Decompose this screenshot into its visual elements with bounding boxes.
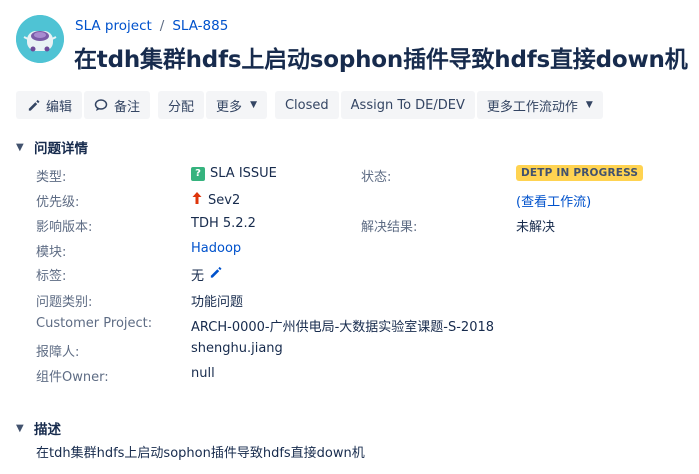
edit-button[interactable]: 编辑 xyxy=(16,91,83,119)
view-workflow-link[interactable]: (查看工作流) xyxy=(516,191,591,210)
customer-project-value: ARCH-0000-广州供电局-大数据实验室课题-S-2018 xyxy=(191,320,495,335)
issue-page: SLA project / SLA-885 在tdh集群hdfs上启动sopho… xyxy=(0,0,699,474)
resolution-value: 未解决 xyxy=(516,220,556,235)
type-label: 类型: xyxy=(36,170,67,185)
component-label: 模块: xyxy=(36,245,67,260)
closed-transition-button[interactable]: Closed xyxy=(274,91,339,119)
details-section-title: 问题详情 xyxy=(34,141,88,157)
details-section-toggle[interactable]: ▼ 问题详情 xyxy=(16,137,88,157)
affects-version-label: 影响版本: xyxy=(36,220,93,235)
assign-button-label: 分配 xyxy=(168,99,195,115)
component-owner-label: 组件Owner: xyxy=(36,370,109,385)
comment-icon xyxy=(94,98,108,112)
reporter-value[interactable]: shenghu.jiang xyxy=(191,341,283,356)
edit-button-label: 编辑 xyxy=(46,99,73,115)
chevron-down-icon: ▼ xyxy=(250,100,257,110)
more-workflow-dropdown-button[interactable]: 更多工作流动作 ▼ xyxy=(476,91,603,119)
priority-value-text: Sev2 xyxy=(208,192,241,208)
category-value: 功能问题 xyxy=(191,295,244,310)
closed-button-label: Closed xyxy=(284,97,329,113)
priority-label: 优先级: xyxy=(36,195,80,210)
description-section-toggle[interactable]: ▼ 描述 xyxy=(16,418,61,438)
customer-project-label: Customer Project: xyxy=(36,316,153,331)
caret-down-icon: ▼ xyxy=(16,422,24,434)
component-link[interactable]: Hadoop xyxy=(191,241,241,256)
description-text[interactable]: 在tdh集群hdfs上启动sophon插件导致hdfs直接down机 xyxy=(36,442,365,461)
assign-more-group: 分配 更多 ▼ xyxy=(158,91,267,119)
description-section-title: 描述 xyxy=(34,422,61,438)
project-avatar-icon[interactable] xyxy=(16,15,64,63)
type-value: ? SLA ISSUE xyxy=(191,166,277,181)
edit-labels-pencil-icon[interactable] xyxy=(209,266,222,283)
category-label: 问题类别: xyxy=(36,295,93,310)
issue-toolbar: 编辑 备注 分配 更多 ▼ Closed Assign To DE/DEV 更多… xyxy=(16,91,603,119)
affects-version-value: TDH 5.2.2 xyxy=(191,216,256,231)
breadcrumb-project-link[interactable]: SLA project xyxy=(75,18,152,34)
page-title[interactable]: 在tdh集群hdfs上启动sophon插件导致hdfs直接down机 xyxy=(74,40,688,74)
reporter-label: 报障人: xyxy=(36,345,80,360)
status-badge: DETP IN PROGRESS xyxy=(516,165,644,181)
workflow-group: Closed Assign To DE/DEV 更多工作流动作 ▼ xyxy=(274,91,603,119)
status-value: DETP IN PROGRESS xyxy=(516,165,644,181)
labels-value-text: 无 xyxy=(191,269,205,284)
edit-comment-group: 编辑 备注 xyxy=(16,91,151,119)
assign-to-dedev-button[interactable]: Assign To DE/DEV xyxy=(340,91,475,119)
breadcrumb: SLA project / SLA-885 xyxy=(75,18,228,34)
priority-arrow-up-icon xyxy=(191,191,203,209)
assign-to-button-label: Assign To DE/DEV xyxy=(350,97,465,113)
resolution-label: 解决结果: xyxy=(361,220,418,235)
caret-down-icon: ▼ xyxy=(16,141,24,153)
assign-button[interactable]: 分配 xyxy=(158,91,205,119)
labels-value: 无 xyxy=(191,265,222,284)
labels-label: 标签: xyxy=(36,269,67,284)
workflow-button-label: 更多工作流动作 xyxy=(486,99,578,115)
breadcrumb-separator: / xyxy=(159,18,165,34)
breadcrumb-issue-link[interactable]: SLA-885 xyxy=(172,18,228,34)
comment-button[interactable]: 备注 xyxy=(84,91,151,119)
more-dropdown-button[interactable]: 更多 ▼ xyxy=(206,91,267,119)
chevron-down-icon: ▼ xyxy=(585,100,593,110)
component-owner-value: null xyxy=(191,366,215,381)
sla-issue-type-icon: ? xyxy=(191,166,205,181)
comment-button-label: 备注 xyxy=(114,99,141,115)
status-label: 状态: xyxy=(361,170,392,185)
type-value-text: SLA ISSUE xyxy=(210,166,277,181)
more-button-label: 更多 xyxy=(216,99,243,115)
pencil-icon xyxy=(26,98,40,112)
priority-value: Sev2 xyxy=(191,191,240,209)
